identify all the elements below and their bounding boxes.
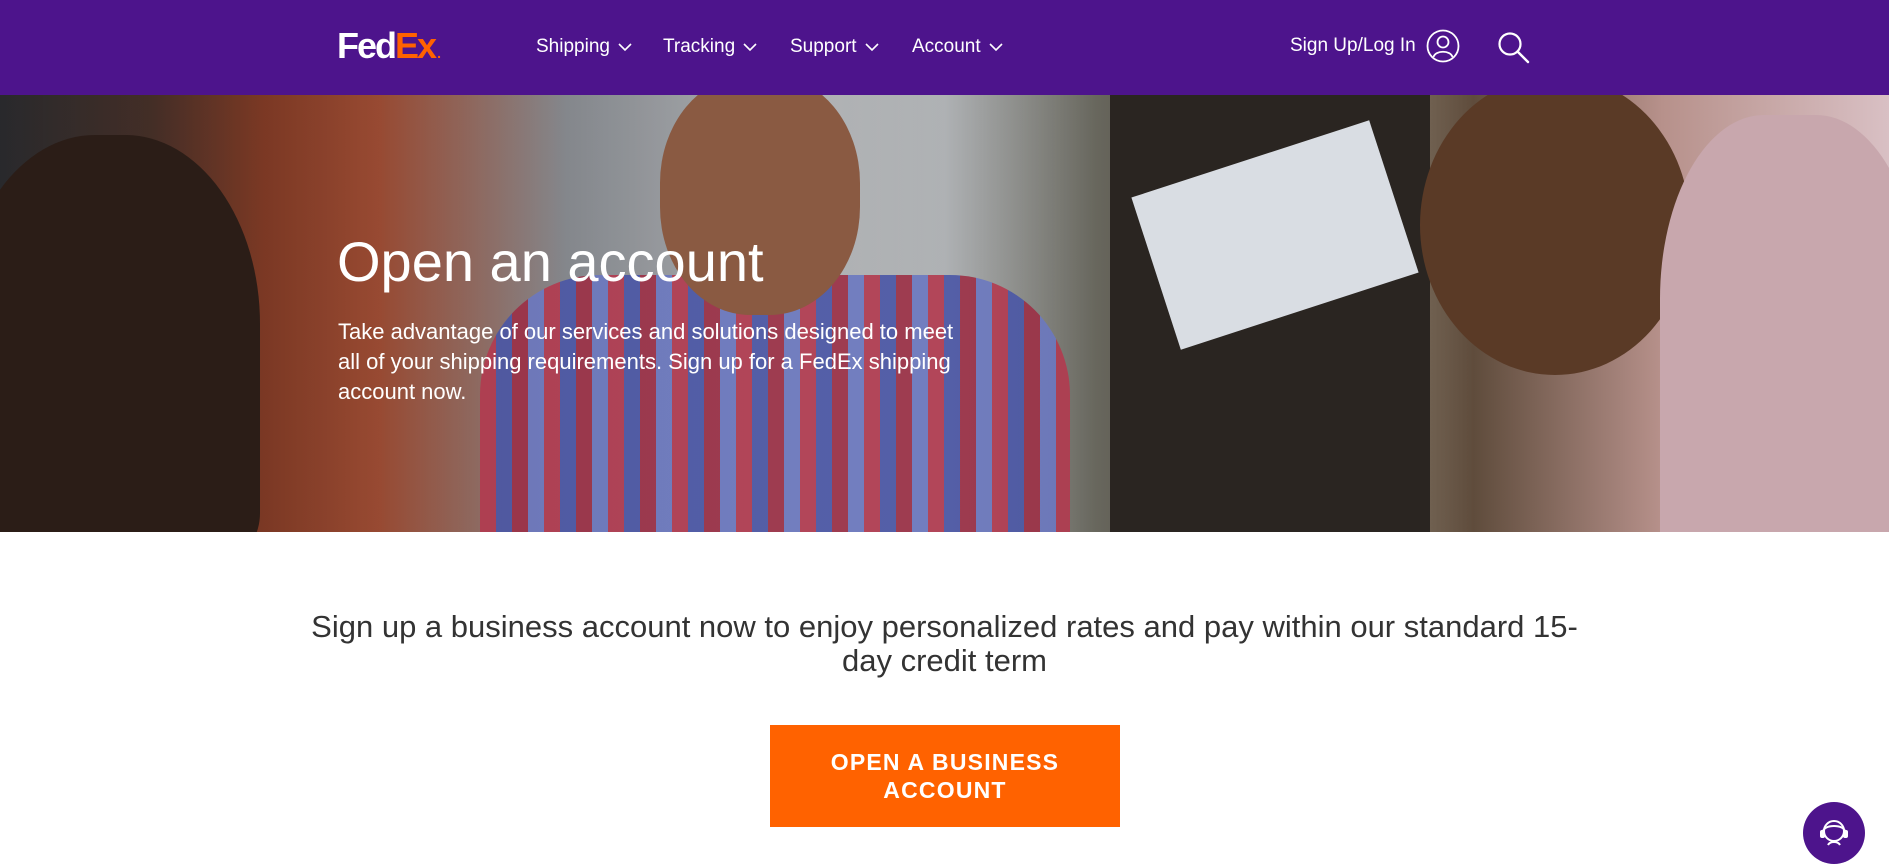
site-header: FedEx. Shipping Tracking Support Account… xyxy=(0,0,1889,95)
hero-photo-shape xyxy=(1660,115,1889,532)
chat-support-icon xyxy=(1820,820,1848,846)
nav-label: Tracking xyxy=(663,36,736,57)
chevron-down-icon xyxy=(989,43,1003,52)
business-account-lead-text: Sign up a business account now to enjoy … xyxy=(311,609,1578,678)
chevron-down-icon xyxy=(618,43,632,52)
nav-item-account[interactable]: Account xyxy=(912,36,1003,58)
search-button[interactable] xyxy=(1497,31,1531,65)
search-icon xyxy=(1498,32,1530,64)
hero-description: Take advantage of our services and solut… xyxy=(338,319,954,404)
hero-photo-shape xyxy=(1420,95,1690,375)
nav-item-shipping[interactable]: Shipping xyxy=(536,36,632,58)
chevron-down-icon xyxy=(743,43,757,52)
nav-item-tracking[interactable]: Tracking xyxy=(663,36,757,58)
logo-dot: . xyxy=(437,45,441,61)
logo-fed-text: Fed xyxy=(337,25,397,66)
nav-label: Support xyxy=(790,36,857,57)
logo-ex-text: Ex xyxy=(395,25,437,66)
nav-label: Account xyxy=(912,36,981,57)
user-icon xyxy=(1426,29,1460,63)
fedex-logo[interactable]: FedEx. xyxy=(337,26,441,66)
open-business-account-button[interactable]: OPEN A BUSINESS ACCOUNT xyxy=(770,725,1120,827)
chat-support-button[interactable] xyxy=(1803,802,1865,864)
hero-banner: Open an account Take advantage of our se… xyxy=(0,95,1889,532)
nav-item-support[interactable]: Support xyxy=(790,36,879,58)
signup-login-link[interactable]: Sign Up/Log In xyxy=(1290,29,1460,63)
hero-photo-shape xyxy=(0,135,260,532)
hero-title: Open an account xyxy=(337,230,764,293)
nav-label: Shipping xyxy=(536,36,610,57)
chevron-down-icon xyxy=(864,43,879,52)
signup-login-label: Sign Up/Log In xyxy=(1290,35,1416,56)
